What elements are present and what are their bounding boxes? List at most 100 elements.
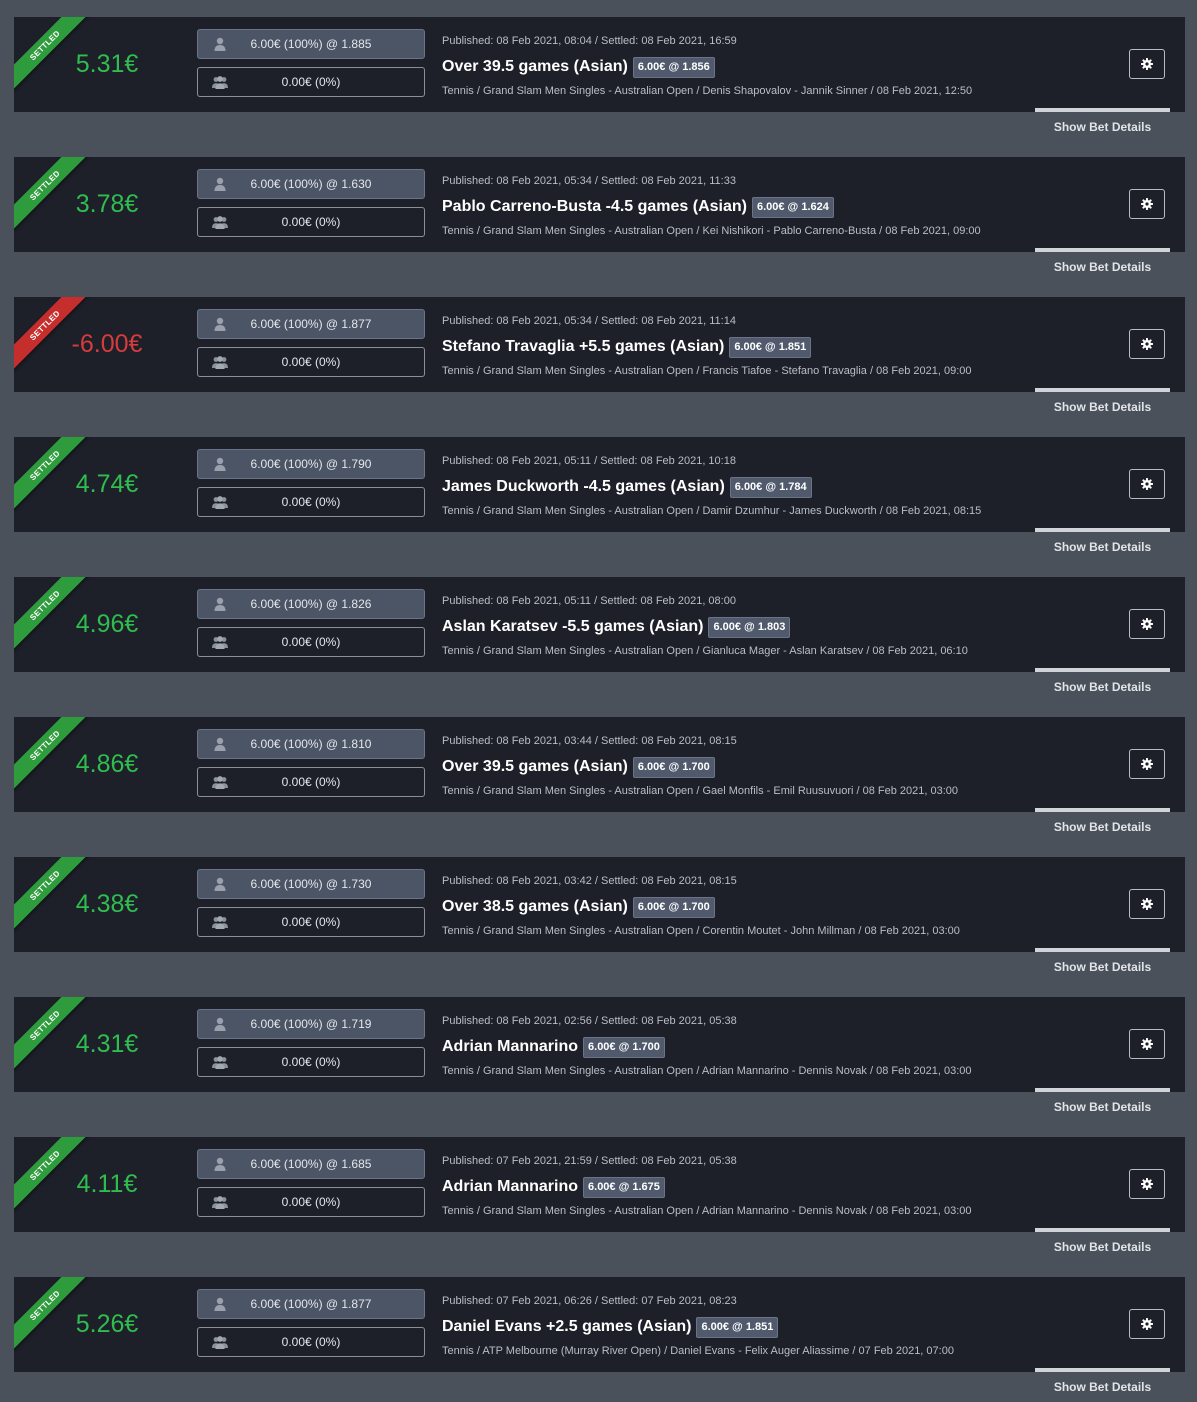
bet-card: SETTLED 3.78€ 6.00€ (100%) @ 1.630 0.00€… [14,157,1185,252]
gear-icon [1141,58,1153,70]
published-settled-time: Published: 08 Feb 2021, 03:42 / Settled:… [442,875,737,887]
followers-stake-box: 0.00€ (0%) [197,207,425,237]
event-info: Tennis / Grand Slam Men Singles - Austra… [442,505,982,517]
odds-badge: 6.00€ @ 1.803 [708,616,791,638]
settings-button[interactable] [1129,1169,1165,1199]
bet-card: SETTLED 5.31€ 6.00€ (100%) @ 1.885 0.00€… [14,17,1185,112]
bet-title: Adrian Mannarino [442,1038,579,1055]
own-stake-box: 6.00€ (100%) @ 1.630 [197,169,425,199]
followers-stake-box: 0.00€ (0%) [197,907,425,937]
bet-item: SETTLED 3.78€ 6.00€ (100%) @ 1.630 0.00€… [0,140,1197,280]
followers-stake-value: 0.00€ (0%) [281,215,341,229]
followers-stake-value: 0.00€ (0%) [281,1195,341,1209]
bet-item: SETTLED -6.00€ 6.00€ (100%) @ 1.877 0.00… [0,280,1197,420]
own-stake-box: 6.00€ (100%) @ 1.826 [197,589,425,619]
bet-title: Aslan Karatsev -5.5 games (Asian) [442,618,704,635]
show-bet-details-link[interactable]: Show Bet Details [1035,959,1170,975]
own-stake-box: 6.00€ (100%) @ 1.719 [197,1009,425,1039]
own-stake-value: 6.00€ (100%) @ 1.730 [250,877,372,891]
settings-button[interactable] [1129,889,1165,919]
bet-item: SETTLED 5.26€ 6.00€ (100%) @ 1.877 0.00€… [0,1260,1197,1400]
followers-stake-value: 0.00€ (0%) [281,915,341,929]
details-tab-bar [1035,108,1170,112]
bet-title: Over 38.5 games (Asian) [442,898,628,915]
gear-icon [1141,1318,1153,1330]
gear-icon [1141,338,1153,350]
gear-icon [1141,898,1153,910]
show-bet-details-link[interactable]: Show Bet Details [1035,679,1170,695]
odds-badge: 6.00€ @ 1.624 [751,196,834,218]
settings-button[interactable] [1129,609,1165,639]
bet-title-line: Adrian Mannarino 6.00€ @ 1.675 [442,1175,665,1199]
bet-card: SETTLED 4.86€ 6.00€ (100%) @ 1.810 0.00€… [14,717,1185,812]
settings-button[interactable] [1129,189,1165,219]
show-bet-details-link[interactable]: Show Bet Details [1035,539,1170,555]
details-tab-bar [1035,1228,1170,1232]
bet-title: James Duckworth -4.5 games (Asian) [442,478,725,495]
details-tab-bar [1035,948,1170,952]
bet-item: SETTLED 4.86€ 6.00€ (100%) @ 1.810 0.00€… [0,700,1197,840]
profit-amount: 4.11€ [76,1170,138,1198]
settings-button[interactable] [1129,329,1165,359]
show-bet-details-link[interactable]: Show Bet Details [1035,1099,1170,1115]
show-bet-details-link[interactable]: Show Bet Details [1035,399,1170,415]
own-stake-box: 6.00€ (100%) @ 1.885 [197,29,425,59]
details-tab-bar [1035,668,1170,672]
profit-amount: 3.78€ [75,190,139,218]
followers-stake-box: 0.00€ (0%) [197,1047,425,1077]
details-tab-bar [1035,1088,1170,1092]
own-stake-value: 6.00€ (100%) @ 1.685 [250,1157,372,1171]
settings-button[interactable] [1129,1309,1165,1339]
bet-title: Daniel Evans +2.5 games (Asian) [442,1318,692,1335]
profit-amount: 4.96€ [75,610,139,638]
own-stake-box: 6.00€ (100%) @ 1.730 [197,869,425,899]
own-stake-value: 6.00€ (100%) @ 1.877 [250,317,372,331]
published-settled-time: Published: 07 Feb 2021, 21:59 / Settled:… [442,1155,737,1167]
bet-title: Stefano Travaglia +5.5 games (Asian) [442,338,725,355]
bet-title-line: Over 38.5 games (Asian) 6.00€ @ 1.700 [442,895,715,919]
settings-button[interactable] [1129,469,1165,499]
odds-badge: 6.00€ @ 1.851 [729,336,812,358]
settings-button[interactable] [1129,749,1165,779]
followers-stake-value: 0.00€ (0%) [281,1335,341,1349]
own-stake-value: 6.00€ (100%) @ 1.885 [250,37,372,51]
followers-stake-value: 0.00€ (0%) [281,1055,341,1069]
followers-stake-box: 0.00€ (0%) [197,1327,425,1357]
profit-amount: 4.74€ [75,470,139,498]
bet-title-line: Pablo Carreno-Busta -4.5 games (Asian) 6… [442,195,834,219]
own-stake-value: 6.00€ (100%) @ 1.877 [250,1297,372,1311]
bet-item: SETTLED 4.96€ 6.00€ (100%) @ 1.826 0.00€… [0,560,1197,700]
bet-title-line: Aslan Karatsev -5.5 games (Asian) 6.00€ … [442,615,791,639]
published-settled-time: Published: 08 Feb 2021, 03:44 / Settled:… [442,735,737,747]
followers-stake-value: 0.00€ (0%) [281,495,341,509]
bet-card: SETTLED 4.11€ 6.00€ (100%) @ 1.685 0.00€… [14,1137,1185,1232]
followers-stake-box: 0.00€ (0%) [197,487,425,517]
show-bet-details-link[interactable]: Show Bet Details [1035,119,1170,135]
event-info: Tennis / Grand Slam Men Singles - Austra… [442,1205,972,1217]
own-stake-value: 6.00€ (100%) @ 1.630 [250,177,372,191]
gear-icon [1141,478,1153,490]
show-bet-details-link[interactable]: Show Bet Details [1035,1239,1170,1255]
bet-item: SETTLED 4.38€ 6.00€ (100%) @ 1.730 0.00€… [0,840,1197,980]
gear-icon [1141,1038,1153,1050]
bet-title: Pablo Carreno-Busta -4.5 games (Asian) [442,198,747,215]
settings-button[interactable] [1129,1029,1165,1059]
odds-badge: 6.00€ @ 1.856 [632,56,715,78]
bet-title-line: Over 39.5 games (Asian) 6.00€ @ 1.700 [442,755,715,779]
bet-title-line: Over 39.5 games (Asian) 6.00€ @ 1.856 [442,55,715,79]
show-bet-details-link[interactable]: Show Bet Details [1035,1379,1170,1395]
profit-amount: 5.26€ [75,1310,139,1338]
show-bet-details-link[interactable]: Show Bet Details [1035,259,1170,275]
own-stake-value: 6.00€ (100%) @ 1.790 [250,457,372,471]
show-bet-details-link[interactable]: Show Bet Details [1035,819,1170,835]
gear-icon [1141,1178,1153,1190]
bet-card: SETTLED 4.38€ 6.00€ (100%) @ 1.730 0.00€… [14,857,1185,952]
followers-stake-box: 0.00€ (0%) [197,1187,425,1217]
own-stake-value: 6.00€ (100%) @ 1.826 [250,597,372,611]
published-settled-time: Published: 08 Feb 2021, 05:11 / Settled:… [442,595,736,607]
profit-amount: 5.31€ [75,50,139,78]
settings-button[interactable] [1129,49,1165,79]
details-tab-bar [1035,388,1170,392]
bet-card: SETTLED 4.74€ 6.00€ (100%) @ 1.790 0.00€… [14,437,1185,532]
followers-stake-value: 0.00€ (0%) [281,355,341,369]
